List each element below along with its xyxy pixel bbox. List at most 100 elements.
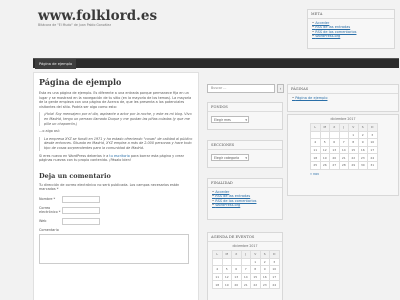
calendar-day: 4 xyxy=(310,138,321,147)
calendar-week: 123 xyxy=(310,130,378,140)
calendar-day: 22 xyxy=(348,153,359,162)
calendar-day: 23 xyxy=(357,153,368,162)
calendar-day: 2 xyxy=(259,257,270,267)
web-field-row: Web xyxy=(39,217,193,226)
calendar-day: 20 xyxy=(329,153,340,162)
calendar-caption: diciembre 2017 xyxy=(330,117,356,121)
calendar-day xyxy=(338,130,349,140)
dashboard-link[interactable]: tu escritorio xyxy=(109,154,129,158)
calendar-week: 4 5 6 7 8 9 10 xyxy=(310,138,378,147)
blockquote-2: La empresa XYZ se fundó en 1971 y ha est… xyxy=(39,136,193,151)
calendar-day: 7 xyxy=(338,138,349,147)
calendar-day-header: D xyxy=(367,123,378,132)
name-input[interactable] xyxy=(62,195,100,203)
calendar-day: 19 xyxy=(221,280,232,289)
calendar-day: 27 xyxy=(329,160,340,170)
email-field-row: Correo electrónico * xyxy=(39,206,193,215)
events-widget: AGENDA DE EVENTOS diciembre 2017 LMXJVSD… xyxy=(207,232,283,300)
archives-widget: FONDOS Elegir mes ▾ xyxy=(207,102,283,130)
links-title: FINALIDAD xyxy=(208,179,282,188)
calendar-day: 6 xyxy=(329,138,340,147)
calendar-day-header: J xyxy=(338,123,349,132)
calendar-day: 3 xyxy=(269,257,280,267)
calendar-widget: diciembre 2017 LMXJVSD 1 2 3 4 5 6 7 8 9 10 11 12 13… xyxy=(287,114,399,196)
comment-textarea[interactable] xyxy=(39,233,189,264)
archives-select-value: Elegir mes xyxy=(214,118,231,122)
calendar-day xyxy=(310,130,321,140)
calendar-day-header: S xyxy=(259,250,270,259)
comment-label: Comentario xyxy=(39,227,59,232)
calendar-week: 4 5 6 7 8 9 10 xyxy=(212,265,280,274)
categories-title: SECCIONES xyxy=(208,141,282,150)
calendar-day: 19 xyxy=(319,153,330,162)
meta-link-wordpress[interactable]: WordPress.org xyxy=(312,34,390,38)
links-item-wordpress[interactable]: WordPress.org xyxy=(212,203,278,207)
calendar-day: 13 xyxy=(329,145,340,155)
calendar-day: 15 xyxy=(348,145,359,155)
web-label: Web xyxy=(39,219,47,224)
calendar-day-header: X xyxy=(231,250,242,259)
calendar-day: 17 xyxy=(269,272,280,282)
post-outro: Si eres nuevo en WordPress deberías ir a… xyxy=(39,154,193,163)
calendar-day: 18 xyxy=(212,280,223,289)
pages-item-sample[interactable]: Página de ejemplo xyxy=(292,96,394,100)
events-calendar: LMXJVSD 1 2 3 4 5 6 7 8 9 10 11 12 13 14 15 16 17 18 19 20 2… xyxy=(212,250,280,289)
calendar-day xyxy=(319,130,330,140)
search-button[interactable]: › xyxy=(277,84,284,93)
calendar-day: 9 xyxy=(357,138,368,147)
calendar-day xyxy=(240,257,251,267)
calendar-day: 1 xyxy=(250,257,261,267)
calendar-day: 7 xyxy=(240,265,251,274)
page-title: Página de ejemplo xyxy=(39,77,122,87)
calendar-day: 24 xyxy=(367,153,378,162)
categories-select[interactable]: Elegir categoría ▾ xyxy=(211,154,249,161)
blockquote-1: ¡Hola! Soy mensajero por el día, aspiran… xyxy=(39,112,193,127)
calendar-day: 8 xyxy=(250,265,261,274)
calendar-week: 123 xyxy=(212,257,280,267)
calendar-day: 3 xyxy=(367,130,378,140)
calendar-day: 29 xyxy=(348,160,359,170)
calendar-week: 18 19 20 21 22 23 24 xyxy=(310,153,378,162)
archives-title: FONDOS xyxy=(208,103,282,112)
events-calendar-caption: diciembre 2017 xyxy=(232,244,258,248)
calendar-day: 16 xyxy=(259,272,270,282)
pages-widget: PÁGINAS Página de ejemplo xyxy=(287,84,399,112)
calendar-day: 14 xyxy=(338,145,349,155)
calendar-day: 21 xyxy=(338,153,349,162)
calendar-day-header: V xyxy=(250,250,261,259)
meta-widget: META Acceder RSS de las entradas RSS de … xyxy=(307,9,395,49)
calendar-day-header: X xyxy=(329,123,340,132)
email-input[interactable] xyxy=(62,206,100,214)
calendar-day-header: M xyxy=(221,250,232,259)
post-outro-a: Si eres nuevo en WordPress deberías ir a xyxy=(39,153,110,158)
calendar-day: 12 xyxy=(319,145,330,155)
calendar-day-header: S xyxy=(357,123,368,132)
calendar-day: 5 xyxy=(319,138,330,147)
calendar-day: 14 xyxy=(240,272,251,282)
nav-item-sample-page[interactable]: Página de ejemplo xyxy=(35,59,77,69)
calendar-day: 11 xyxy=(212,272,223,282)
archives-select[interactable]: Elegir mes ▾ xyxy=(211,116,249,123)
calendar-prev-link[interactable]: « nov xyxy=(310,172,398,176)
main-content: Página de ejemplo Esta es una página de … xyxy=(33,72,199,300)
calendar-day: 20 xyxy=(231,280,242,289)
calendar-day: 16 xyxy=(357,145,368,155)
calendar-table: LMXJVSD 1 2 3 4 5 6 7 8 9 10 11 12 13 14 15 16 17 18 19 20 2… xyxy=(310,123,378,170)
site-title[interactable]: www.folklord.es xyxy=(38,8,157,24)
post-intro: Esta es una página de ejemplo. Es difere… xyxy=(39,91,192,109)
calendar-day: 23 xyxy=(259,280,270,289)
pages-title: PÁGINAS xyxy=(288,85,398,94)
search-input[interactable]: Buscar ... xyxy=(207,84,275,93)
name-field-row: Nombre * xyxy=(39,195,193,204)
calendar-day-header: J xyxy=(240,250,251,259)
calendar-day: 15 xyxy=(250,272,261,282)
calendar-week: 18 19 20 21 22 23 24 xyxy=(212,280,280,289)
calendar-day: 8 xyxy=(348,138,359,147)
chevron-down-icon: ▾ xyxy=(245,118,247,122)
web-input[interactable] xyxy=(62,217,100,225)
main-navigation: Página de ejemplo xyxy=(33,58,399,69)
calendar-day: 31 xyxy=(367,160,378,170)
calendar-day: 10 xyxy=(269,265,280,274)
calendar-week: 11 12 13 14 15 16 17 xyxy=(310,145,378,155)
categories-widget: SECCIONES Elegir categoría ▾ xyxy=(207,140,283,168)
